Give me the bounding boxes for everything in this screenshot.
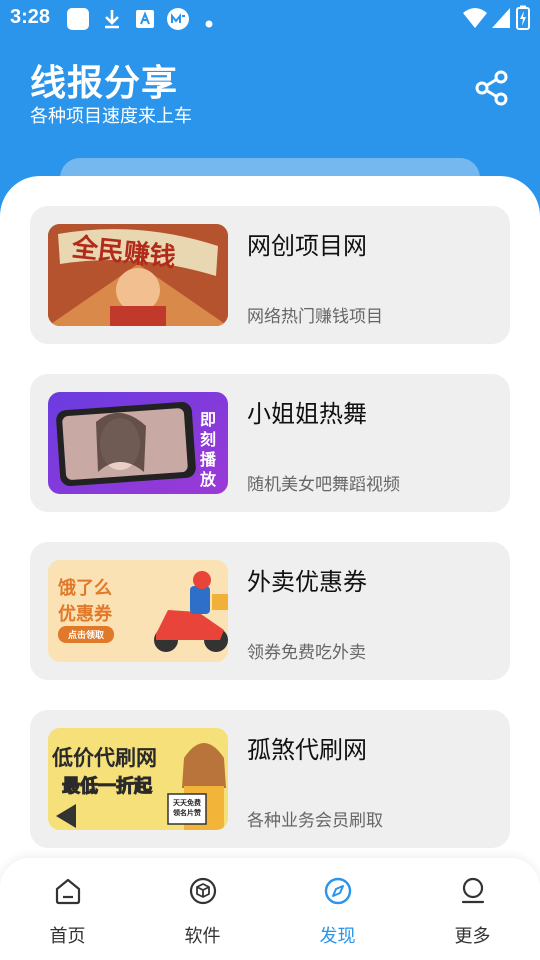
card-dance[interactable]: 即刻播放 小姐姐热舞 随机美女吧舞蹈视频 <box>30 374 510 512</box>
compass-icon <box>324 877 352 905</box>
share-button[interactable] <box>474 70 510 106</box>
page-title: 线报分享 <box>30 63 179 104</box>
thumbnail-button-text: 点击领取 <box>58 626 115 643</box>
tab-label: 更多 <box>454 926 491 947</box>
status-bar: 3:28 <box>0 0 540 36</box>
card-description: 网络热门赚钱项目 <box>247 307 383 327</box>
tab-discover[interactable]: 发现 <box>270 858 405 960</box>
card-daishua[interactable]: 低价代刷网 最低一折起 天天免费领名片赞 孤煞代刷网 各种业务会员刷取 <box>30 710 510 848</box>
thumbnail-text-line1: 饿了么 <box>58 578 112 599</box>
card-thumbnail: 全民赚钱 <box>48 224 228 326</box>
m-app-icon <box>166 7 190 35</box>
card-title: 小姐姐热舞 <box>247 400 367 428</box>
card-thumbnail: 低价代刷网 最低一折起 天天免费领名片赞 <box>48 728 228 830</box>
app-notification-icon <box>66 7 90 35</box>
status-time: 3:28 <box>10 6 51 28</box>
bottom-tab-bar: 首页 软件 发现 更多 <box>0 858 540 960</box>
tab-more[interactable]: 更多 <box>405 858 540 960</box>
tab-home[interactable]: 首页 <box>0 858 135 960</box>
thumbnail-text: 即刻播放 <box>200 410 217 489</box>
battery-icon <box>516 5 530 35</box>
download-icon <box>100 7 124 35</box>
tab-label: 首页 <box>49 926 86 947</box>
share-icon <box>475 70 508 106</box>
card-thumbnail: 饿了么 优惠券 点击领取 <box>48 560 228 662</box>
cube-icon <box>189 877 217 905</box>
translate-icon <box>134 7 158 35</box>
home-icon <box>55 878 81 905</box>
thumbnail-text-line2: 最低一折起 <box>62 776 153 798</box>
more-notifications-dot-icon <box>204 14 214 33</box>
tab-software[interactable]: 软件 <box>135 858 270 960</box>
thumbnail-sign-text: 天天免费领名片赞 <box>173 799 201 817</box>
card-thumbnail: 即刻播放 <box>48 392 228 494</box>
thumbnail-text-line2: 优惠券 <box>58 604 112 625</box>
card-description: 随机美女吧舞蹈视频 <box>247 475 400 495</box>
card-description: 领券免费吃外卖 <box>247 643 366 663</box>
tab-label: 软件 <box>184 926 221 947</box>
card-title: 孤煞代刷网 <box>247 736 367 764</box>
wifi-icon <box>462 6 488 34</box>
thumbnail-text-line1: 低价代刷网 <box>52 746 157 770</box>
card-takeout-coupon[interactable]: 饿了么 优惠券 点击领取 外卖优惠券 领券免费吃外卖 <box>30 542 510 680</box>
tab-label: 发现 <box>319 926 356 947</box>
card-wangchuang[interactable]: 全民赚钱 网创项目网 网络热门赚钱项目 <box>30 206 510 344</box>
card-title: 外卖优惠券 <box>247 568 367 596</box>
card-title: 网创项目网 <box>247 232 367 260</box>
signal-icon <box>490 6 512 34</box>
card-description: 各种业务会员刷取 <box>247 811 383 831</box>
page-subtitle: 各种项目速度来上车 <box>30 106 192 127</box>
user-icon <box>461 877 485 904</box>
